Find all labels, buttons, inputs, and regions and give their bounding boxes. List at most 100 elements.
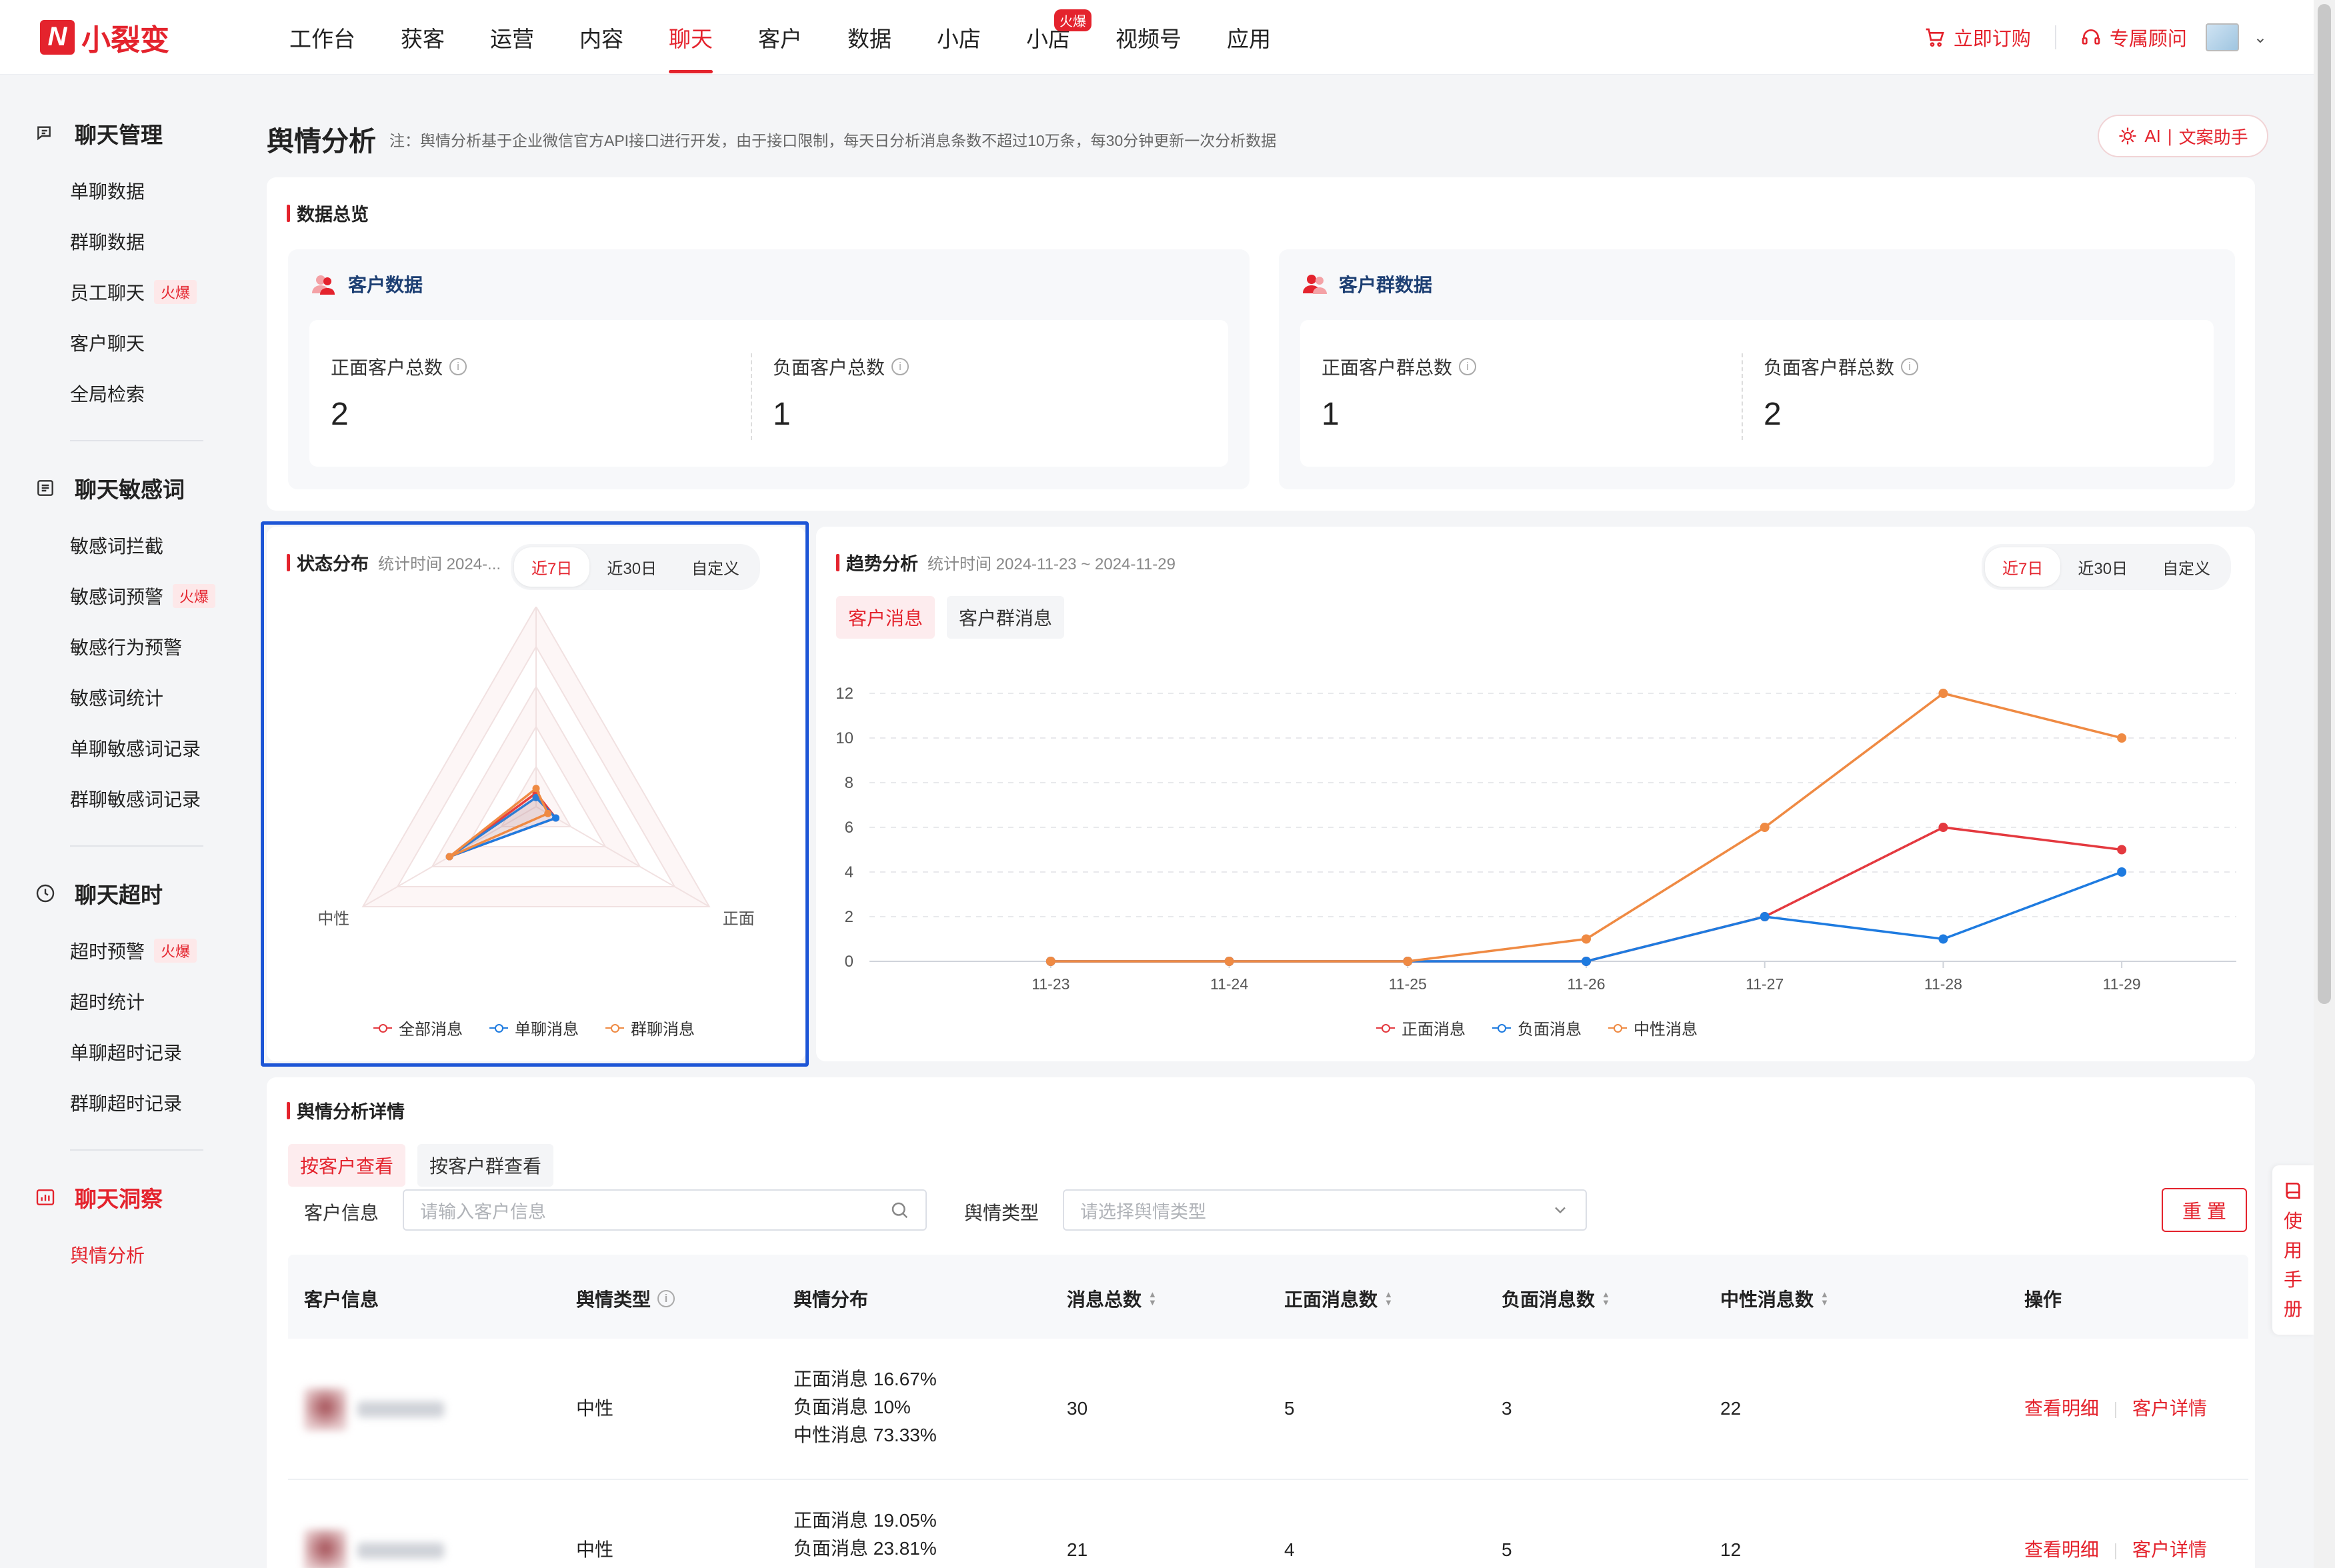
sort-icon: ▲ ▼	[1820, 1289, 1829, 1307]
legend-all[interactable]: 全部消息	[373, 1016, 463, 1039]
ai-label: AI	[2144, 125, 2161, 146]
order-button[interactable]: 立即订购	[1924, 23, 2031, 51]
sidebar-divider	[70, 845, 203, 847]
info-icon[interactable]: i	[1901, 358, 1919, 375]
info-icon[interactable]: i	[891, 358, 909, 375]
range-7d[interactable]: 近7日	[514, 547, 590, 587]
sidebar-item-group-timeout-records[interactable]: 群聊超时记录	[70, 1089, 182, 1116]
row-actions: 查看明细 客户详情	[2024, 1536, 2207, 1564]
nav-chat[interactable]: 聊天	[646, 0, 735, 75]
col-positive[interactable]: 正面消息数 ▲ ▼	[1284, 1285, 1393, 1312]
hot-badge: 火爆	[1054, 9, 1091, 31]
range-30d[interactable]: 近30日	[2060, 547, 2145, 587]
sidebar-item-single-word-records[interactable]: 单聊敏感词记录	[70, 735, 201, 761]
legend-negative[interactable]: 负面消息	[1492, 1016, 1582, 1039]
negative-count: 3	[1502, 1398, 1512, 1419]
range-custom[interactable]: 自定义	[2145, 547, 2228, 587]
tab-by-group[interactable]: 按客户群查看	[417, 1144, 554, 1187]
overview-title: 数据总览	[287, 200, 369, 226]
sidebar-item-word-block[interactable]: 敏感词拦截	[70, 532, 163, 559]
nav-shop-hot[interactable]: 小店 火爆	[1003, 0, 1093, 75]
col-neutral[interactable]: 中性消息数 ▲ ▼	[1720, 1285, 1829, 1312]
sidebar-item-customer-chat[interactable]: 客户聊天	[70, 329, 145, 356]
sidebar-section-insight[interactable]: 聊天洞察	[33, 1181, 163, 1213]
col-negative[interactable]: 负面消息数 ▲ ▼	[1502, 1285, 1610, 1312]
sidebar-item-staff-chat[interactable]: 员工聊天 火爆	[70, 279, 197, 305]
brand-logo[interactable]: N 小裂变	[40, 16, 267, 59]
nav-data[interactable]: 数据	[825, 0, 914, 75]
range-30d[interactable]: 近30日	[589, 547, 674, 587]
y-tick-label: 8	[845, 774, 853, 792]
stat-divider	[751, 353, 752, 440]
legend-neutral[interactable]: 中性消息	[1608, 1016, 1698, 1039]
nav-workbench[interactable]: 工作台	[267, 0, 378, 75]
customer-detail-link[interactable]: 客户详情	[2132, 1398, 2207, 1419]
cart-icon	[1926, 28, 1944, 47]
sidebar-item-group-word-records[interactable]: 群聊敏感词记录	[70, 785, 201, 812]
negative-customer-label: 负面客户总数 i	[773, 353, 909, 380]
negative-customer-stat: 负面客户总数 i 1	[773, 353, 909, 433]
nav-customer[interactable]: 客户	[735, 0, 825, 75]
sidebar-section-sensitive-words[interactable]: 聊天敏感词	[33, 472, 185, 504]
advisor-button[interactable]: 专属顾问	[2080, 23, 2187, 51]
tab-customer-messages[interactable]: 客户消息	[836, 596, 935, 639]
nav-operation[interactable]: 运营	[467, 0, 557, 75]
view-detail-link[interactable]: 查看明细	[2024, 1539, 2099, 1560]
advisor-label: 专属顾问	[2109, 29, 2187, 50]
type-select[interactable]: 请选择舆情类型	[1063, 1189, 1587, 1231]
col-total[interactable]: 消息总数 ▲ ▼	[1067, 1285, 1157, 1312]
user-avatar[interactable]	[2205, 23, 2239, 51]
positive-group-value: 1	[1322, 397, 1340, 432]
legend-single[interactable]: 单聊消息	[489, 1016, 579, 1039]
info-icon[interactable]: i	[657, 1290, 675, 1307]
legend-group-label: 群聊消息	[631, 1021, 695, 1039]
search-icon[interactable]	[889, 1200, 909, 1220]
sidebar-item-timeout-alert[interactable]: 超时预警 火爆	[70, 937, 197, 964]
customer-detail-link[interactable]: 客户详情	[2132, 1539, 2207, 1560]
tab-by-customer[interactable]: 按客户查看	[288, 1144, 406, 1187]
tab-group-messages[interactable]: 客户群消息	[947, 596, 1065, 639]
page-scrollbar[interactable]	[2314, 0, 2335, 1568]
negative-count: 5	[1502, 1539, 1512, 1560]
range-custom[interactable]: 自定义	[674, 547, 757, 587]
sentiment-type: 中性	[576, 1539, 614, 1560]
sidebar-item-word-alert[interactable]: 敏感词预警 火爆	[70, 583, 216, 609]
nav-content[interactable]: 内容	[557, 0, 646, 75]
reset-button[interactable]: 重 置	[2162, 1188, 2247, 1232]
sidebar-item-group-chat-data[interactable]: 群聊数据	[70, 228, 145, 255]
info-icon[interactable]: i	[1459, 358, 1477, 375]
data-point	[1045, 957, 1055, 966]
info-icon[interactable]: i	[449, 358, 467, 375]
nav-acquire[interactable]: 获客	[378, 0, 467, 75]
ai-divider: |	[2167, 125, 2172, 146]
view-detail-link[interactable]: 查看明细	[2024, 1398, 2099, 1419]
sidebar-item-sentiment-analysis[interactable]: 舆情分析	[70, 1241, 145, 1268]
positive-customer-stat: 正面客户总数 i 2	[331, 353, 467, 433]
legend-group[interactable]: 群聊消息	[605, 1016, 695, 1039]
chevron-down-icon[interactable]: ⌄	[2254, 28, 2267, 47]
sidebar-item-single-timeout-records[interactable]: 单聊超时记录	[70, 1039, 182, 1065]
legend-all-mark	[373, 1023, 392, 1033]
sidebar-item-single-chat-data[interactable]: 单聊数据	[70, 177, 145, 204]
scrollbar-thumb[interactable]	[2318, 4, 2331, 1004]
range-7d[interactable]: 近7日	[1985, 547, 2061, 587]
radar-indicator-label: 正面	[723, 910, 755, 928]
sidebar-divider	[70, 440, 203, 441]
sidebar-section-chat-manage[interactable]: 聊天管理	[33, 117, 163, 149]
sidebar-item-behavior-alert[interactable]: 敏感行为预警	[70, 633, 182, 660]
sidebar-item-timeout-stats[interactable]: 超时统计	[70, 988, 145, 1015]
headset-icon	[2082, 29, 2100, 45]
nav-shop[interactable]: 小店	[914, 0, 1003, 75]
logo-icon: N	[40, 19, 75, 55]
legend-positive[interactable]: 正面消息	[1376, 1016, 1466, 1039]
nav-apps[interactable]: 应用	[1204, 0, 1294, 75]
sidebar-item-word-stats[interactable]: 敏感词统计	[70, 684, 163, 711]
sidebar-item-global-search[interactable]: 全局检索	[70, 380, 145, 407]
link-divider	[2115, 1543, 2117, 1559]
data-point	[1938, 934, 1948, 944]
nav-video[interactable]: 视频号	[1093, 0, 1204, 75]
customer-search-input[interactable]: 请输入客户信息	[403, 1189, 927, 1231]
sidebar-section-timeout[interactable]: 聊天超时	[33, 877, 163, 909]
user-manual-tab[interactable]: 使用手册	[2272, 1165, 2314, 1335]
ai-assistant-button[interactable]: AI | 文案助手	[2098, 115, 2268, 157]
